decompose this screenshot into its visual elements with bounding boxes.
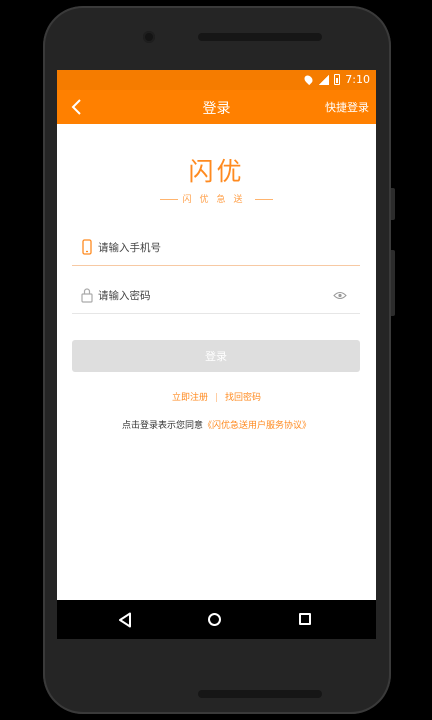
top-speaker — [198, 33, 322, 41]
phone-field — [72, 232, 360, 266]
power-button — [391, 188, 395, 220]
password-underline — [72, 313, 360, 314]
front-camera — [143, 31, 155, 43]
slogan-dash-left — [160, 199, 179, 200]
agreement-prefix: 点击登录表示您同意 — [121, 421, 203, 431]
signal-icon — [319, 74, 330, 85]
lock-icon — [81, 288, 93, 303]
app-header: 登录 快捷登录 — [57, 90, 376, 124]
home-icon[interactable] — [208, 613, 221, 626]
password-input[interactable] — [98, 280, 330, 312]
volume-button — [391, 250, 395, 316]
agreement-link[interactable]: 《闪优急送用户服务协议》 — [203, 421, 311, 431]
battery-icon — [334, 74, 341, 85]
phone-input[interactable] — [98, 232, 330, 264]
quick-login-link[interactable]: 快捷登录 — [325, 99, 369, 115]
back-icon[interactable] — [118, 612, 132, 628]
link-separator: | — [214, 393, 219, 403]
phone-underline — [72, 265, 360, 266]
register-link[interactable]: 立即注册 — [172, 393, 208, 403]
slogan-text: 闪优急送 — [182, 195, 251, 205]
password-field — [72, 280, 360, 314]
screen: 7:10 登录 快捷登录 闪优 闪优急送 登录 立即注册|找 — [57, 70, 376, 639]
system-nav-bar — [57, 600, 376, 639]
recents-icon[interactable] — [299, 613, 311, 625]
app-logo: 闪优 — [188, 157, 245, 186]
status-bar: 7:10 — [57, 70, 376, 90]
agreement-text: 点击登录表示您同意《闪优急送用户服务协议》 — [57, 418, 376, 431]
slogan-dash-right — [254, 199, 273, 200]
login-button[interactable]: 登录 — [72, 340, 360, 372]
forgot-password-link[interactable]: 找回密码 — [225, 393, 261, 403]
location-icon — [303, 73, 315, 86]
app-slogan: 闪优急送 — [57, 192, 376, 205]
bottom-speaker — [198, 690, 322, 698]
phone-icon — [82, 239, 92, 255]
eye-icon[interactable] — [333, 291, 347, 300]
status-time: 7:10 — [345, 73, 370, 86]
account-links: 立即注册 | 找回密码 — [57, 390, 376, 403]
